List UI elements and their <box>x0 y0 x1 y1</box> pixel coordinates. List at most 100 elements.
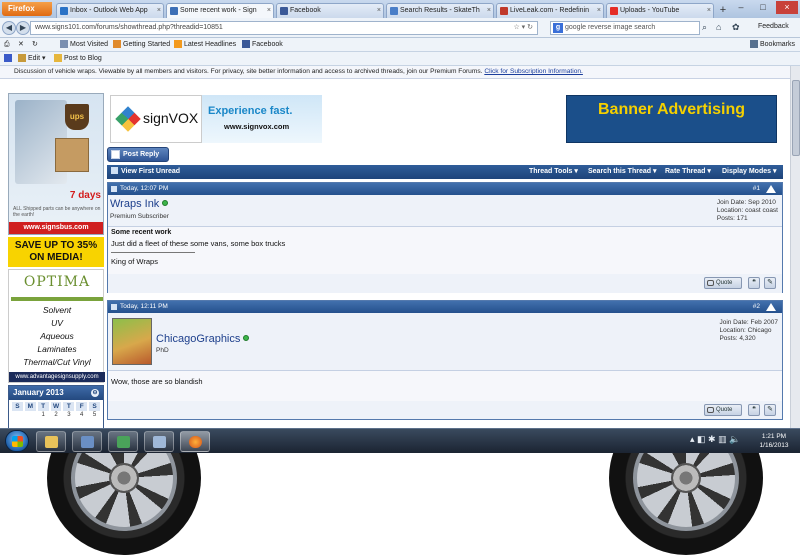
tab-some-recent-work[interactable]: Some recent work - Sign × <box>166 3 274 18</box>
bookmarks-icon <box>750 40 758 49</box>
post-username[interactable]: Wraps Ink <box>110 198 169 210</box>
report-warning-icon[interactable] <box>766 185 776 193</box>
url-bar[interactable]: www.signs101.com/forums/showthread.php?t… <box>30 21 538 35</box>
tab-search-results[interactable]: Search Results - SkateTh × <box>386 3 494 18</box>
start-button[interactable] <box>5 430 29 452</box>
calendar-toggle-icon[interactable]: ⊖ <box>91 389 99 397</box>
taskbar-app-4[interactable] <box>144 431 174 452</box>
calendar-day[interactable] <box>11 412 24 418</box>
bookmark-latest-headlines[interactable]: Latest Headlines <box>174 38 236 51</box>
taskbar-firefox[interactable] <box>180 431 210 452</box>
user-title: PhD <box>156 347 169 354</box>
calendar-day[interactable]: 3 <box>62 412 75 418</box>
new-tab-button[interactable]: + <box>716 4 730 18</box>
signsbus-ad[interactable]: ups 7 days ALL Shipped parts can be anyw… <box>8 93 104 235</box>
post-number[interactable]: #1 <box>753 183 760 195</box>
post-reply-button[interactable]: Post Reply <box>107 147 169 162</box>
minimize-icon[interactable]: – <box>730 1 752 14</box>
quote-button[interactable]: Quote <box>704 277 742 289</box>
report-warning-icon[interactable] <box>766 303 776 311</box>
folder-icon <box>45 436 58 448</box>
post-to-blog-button[interactable]: Post to Blog <box>54 52 102 65</box>
bookmark-getting-started[interactable]: Getting Started <box>113 38 170 51</box>
maximize-icon[interactable]: □ <box>752 1 774 14</box>
view-first-unread-link[interactable]: View First Unread <box>111 165 180 179</box>
print-icon[interactable]: ⎙ <box>4 38 10 51</box>
close-icon[interactable]: × <box>267 4 271 18</box>
signvox-ad[interactable]: signVOX Experience fast. www.signvox.com <box>110 95 322 143</box>
addon-toolbar: Edit ▾ Post to Blog <box>0 52 800 66</box>
post-count: Posts: 171 <box>716 215 748 222</box>
tab-title: Search Results - SkateTh <box>400 7 480 14</box>
user-stats: Join Date: Feb 2007 Location: Chicago Po… <box>719 319 778 343</box>
calendar-day[interactable] <box>24 412 37 418</box>
search-thread-menu[interactable]: Search this Thread ▾ <box>588 165 657 179</box>
calendar-day[interactable]: 1 <box>37 412 50 418</box>
close-icon[interactable]: × <box>157 4 161 18</box>
signvox-website: www.signvox.com <box>224 122 290 131</box>
taskbar-explorer[interactable] <box>36 431 66 452</box>
subscription-link[interactable]: Click for Subscription Information. <box>484 68 583 75</box>
scrollbar-thumb[interactable] <box>792 80 800 156</box>
home-icon[interactable]: ⌂ <box>716 22 721 32</box>
close-icon[interactable]: × <box>487 4 491 18</box>
quick-reply-button[interactable]: ✎ <box>764 404 776 416</box>
notice-text: Discussion of vehicle wraps. Viewable by… <box>14 68 483 75</box>
display-modes-menu[interactable]: Display Modes ▾ <box>722 165 776 179</box>
quote-button[interactable]: Quote <box>704 404 742 416</box>
taskbar-app-2[interactable] <box>72 431 102 452</box>
thread-tools-menu[interactable]: Thread Tools ▾ <box>529 165 578 179</box>
feedback-button[interactable]: Feedback <box>758 23 789 30</box>
window-close-icon[interactable]: × <box>776 1 798 14</box>
page-icon <box>113 40 121 49</box>
user-avatar[interactable] <box>112 318 152 365</box>
tab-youtube[interactable]: Uploads - YouTube × <box>606 3 714 18</box>
addon-blue-icon[interactable] <box>4 52 14 65</box>
signsbus-link[interactable]: www.signsbus.com <box>9 222 103 234</box>
calendar-day[interactable]: 2 <box>50 412 63 418</box>
search-icon[interactable]: ⌕ <box>702 22 707 33</box>
refresh-icon[interactable]: ↻ <box>32 38 38 51</box>
close-icon[interactable]: × <box>597 4 601 18</box>
optima-website[interactable]: www.advantagesignsupply.com <box>9 372 105 382</box>
weekday: S <box>12 402 23 411</box>
tab-outlook[interactable]: Inbox - Outlook Web App × <box>56 3 164 18</box>
bookmark-facebook[interactable]: Facebook <box>242 38 283 51</box>
tab-facebook[interactable]: Facebook × <box>276 3 384 18</box>
back-arrow-icon[interactable]: ◀ <box>2 21 16 35</box>
post-date-icon <box>111 186 117 192</box>
page-scrollbar[interactable] <box>790 66 800 428</box>
search-input[interactable]: g google reverse image search <box>550 21 700 35</box>
multi-quote-button[interactable]: ❝ <box>748 404 760 416</box>
edit-button[interactable]: Edit ▾ <box>18 52 46 65</box>
banner-advertising-ad[interactable]: Banner Advertising <box>566 95 777 143</box>
liveleak-icon <box>500 7 508 15</box>
quick-reply-button[interactable]: ✎ <box>764 277 776 289</box>
post-number[interactable]: #2 <box>753 301 760 313</box>
addon-icon[interactable]: ✿ <box>732 22 740 33</box>
close-icon[interactable]: × <box>377 4 381 18</box>
close-icon[interactable]: × <box>707 4 711 18</box>
bookmarks-menu-button[interactable]: Bookmarks <box>750 38 795 51</box>
system-tray[interactable]: ▴ ◧ ✱ ▥ 🔈 <box>690 434 740 445</box>
calendar-day[interactable]: 4 <box>75 412 88 418</box>
taskbar-app-3[interactable] <box>108 431 138 452</box>
optima-ad[interactable]: OPTIMA Solvent UV Aqueous Laminates Ther… <box>8 269 105 383</box>
calendar-day[interactable]: 5 <box>88 412 101 418</box>
user-stats: Join Date: Sep 2010 Location: coast coas… <box>717 199 778 223</box>
media-savings-ad[interactable]: SAVE UP TO 35% ON MEDIA! <box>8 237 104 267</box>
app-icon <box>153 436 166 448</box>
rate-thread-menu[interactable]: Rate Thread ▾ <box>665 165 711 179</box>
navigation-bar: ◀ ▶ www.signs101.com/forums/showthread.p… <box>0 18 800 38</box>
post-message: Wow, those are so blandish <box>111 377 203 386</box>
tab-liveleak[interactable]: LiveLeak.com - Redefinin × <box>496 3 604 18</box>
stop-icon[interactable]: ✕ <box>18 38 24 51</box>
firefox-menu-button[interactable]: Firefox <box>2 2 52 16</box>
multi-quote-button[interactable]: ❝ <box>748 277 760 289</box>
post-username[interactable]: ChicagoGraphics <box>156 333 250 345</box>
forward-arrow-icon[interactable]: ▶ <box>16 21 30 35</box>
bookmark-most-visited[interactable]: Most Visited <box>60 38 108 51</box>
thread-toolbar: View First Unread Thread Tools ▾ Search … <box>107 165 783 179</box>
system-clock[interactable]: 1:21 PM 1/16/2013 <box>752 432 796 450</box>
bookmark-star-icon[interactable]: ☆ ▾ ↻ <box>513 22 533 34</box>
